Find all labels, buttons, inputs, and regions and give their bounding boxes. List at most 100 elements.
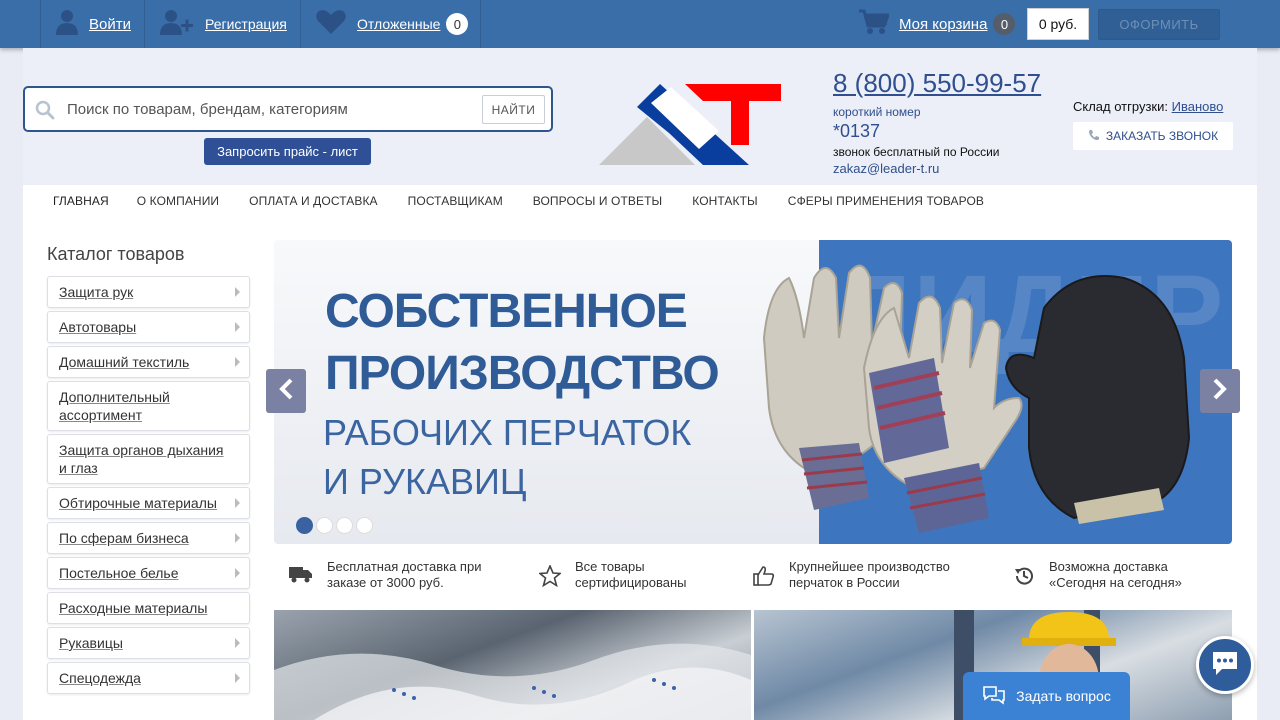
feature-text: Бесплатная доставка при заказе от 3000 р… (327, 559, 482, 590)
truck-icon (289, 559, 327, 587)
banner-headline-2: ПРОИЗВОДСТВО (325, 347, 720, 400)
catalog-item-label: Расходные материалы (59, 600, 208, 616)
banner-subheadline-1: РАБОЧИХ ПЕРЧАТОК (323, 412, 692, 453)
promo-tile-gloves[interactable] (274, 610, 751, 720)
slider-dot-3[interactable] (336, 517, 353, 534)
catalog-item-label: Обтирочные материалы (59, 495, 217, 511)
nav-item-about[interactable]: О КОМПАНИИ (122, 185, 234, 216)
catalog-item-label: Автотовары (59, 319, 137, 335)
chevron-right-icon (1212, 378, 1228, 405)
favorites-count: 0 (446, 13, 469, 35)
catalog-item-label: Дополнительный ассортимент (59, 389, 170, 423)
catalog-item-label: Защита рук (59, 284, 134, 300)
catalog-item-label: Рукавицы (59, 635, 123, 651)
heart-icon (315, 9, 347, 40)
nav-item-suppliers[interactable]: ПОСТАВЩИКАМ (393, 185, 518, 216)
register-group: Регистрация (145, 0, 301, 48)
free-call-note: звонок бесплатный по России (833, 145, 1000, 159)
short-number: *0137 (833, 121, 881, 141)
header: НАЙТИ Запросить прайс - лист 8 (800) 550… (23, 48, 1257, 216)
chevron-right-icon (235, 357, 240, 367)
catalog-item-hand-protection[interactable]: Защита рук (47, 276, 250, 308)
login-group: Войти (40, 0, 145, 48)
chevron-right-icon (235, 673, 240, 683)
callback-button[interactable]: ЗАКАЗАТЬ ЗВОНОК (1073, 122, 1233, 150)
search-box: НАЙТИ (23, 86, 553, 132)
callback-label: ЗАКАЗАТЬ ЗВОНОК (1105, 129, 1219, 143)
hero-banner[interactable]: ЛИДЕР СОБСТВЕННОЕ ПРОИЗВОДСТВО РАБОЧИХ П… (274, 240, 1232, 544)
ask-question-button[interactable]: Задать вопрос (963, 672, 1130, 720)
company-logo[interactable] (599, 83, 781, 170)
checkout-button[interactable]: ОФОРМИТЬ (1098, 9, 1220, 40)
chevron-right-icon (235, 533, 240, 543)
feature-text: Все товары сертифицированы (575, 559, 687, 590)
catalog-item-business[interactable]: По сферам бизнеса (47, 522, 250, 554)
price-request-button[interactable]: Запросить прайс - лист (204, 138, 371, 165)
history-icon (1013, 559, 1049, 591)
feature-text: Крупнейшее производство перчаток в Росси… (789, 559, 950, 590)
catalog-item-respiratory[interactable]: Защита органов дыхания и глаз (47, 434, 250, 484)
catalog-item-auto[interactable]: Автотовары (47, 311, 250, 343)
feature-certified: Все товары сертифицированы (537, 559, 729, 591)
chevron-right-icon (235, 568, 240, 578)
gloves-image (744, 248, 1224, 544)
catalog-item-wiping[interactable]: Обтирочные материалы (47, 487, 250, 519)
user-icon (55, 9, 79, 40)
catalog-item-workwear[interactable]: Спецодежда (47, 662, 250, 694)
short-number-label: короткий номер (833, 105, 921, 119)
nav-item-payment-delivery[interactable]: ОПЛАТА И ДОСТАВКА (234, 185, 393, 216)
main-nav: ГЛАВНАЯ О КОМПАНИИ ОПЛАТА И ДОСТАВКА ПОС… (40, 185, 999, 216)
catalog-item-consumables[interactable]: Расходные материалы (47, 592, 250, 624)
register-link[interactable]: Регистрация (205, 16, 287, 32)
catalog-item-label: Защита органов дыхания и глаз (59, 442, 224, 476)
chevron-left-icon (278, 378, 294, 405)
feature-free-delivery: Бесплатная доставка при заказе от 3000 р… (289, 559, 499, 591)
catalog-item-bedding[interactable]: Постельное белье (47, 557, 250, 589)
catalog-item-additional[interactable]: Дополнительный ассортимент (47, 381, 250, 431)
add-user-icon (159, 9, 195, 40)
catalog-item-home-textile[interactable]: Домашний текстиль (47, 346, 250, 378)
feature-same-day: Возможна доставка «Сегодня на сегодня» (1013, 559, 1213, 591)
phone-number[interactable]: 8 (800) 550-99-57 (833, 68, 1041, 99)
search-icon (35, 100, 55, 125)
login-link[interactable]: Войти (89, 16, 131, 33)
nav-item-applications[interactable]: СФЕРЫ ПРИМЕНЕНИЯ ТОВАРОВ (773, 185, 999, 216)
search-button[interactable]: НАЙТИ (482, 95, 545, 124)
cart-link[interactable]: Моя корзина (899, 16, 987, 33)
slider-dot-2[interactable] (316, 517, 333, 534)
slider-dots (296, 517, 376, 534)
cart-count: 0 (993, 13, 1016, 35)
feature-text: Возможна доставка «Сегодня на сегодня» (1049, 559, 1182, 590)
cart-group: Моя корзина 0 (845, 0, 1025, 48)
message-icon (1210, 649, 1240, 682)
catalog-list: Защита рук Автотовары Домашний текстиль … (47, 276, 250, 697)
slider-prev-button[interactable] (266, 369, 306, 413)
slider-next-button[interactable] (1200, 369, 1240, 413)
email-link[interactable]: zakaz@leader-t.ru (833, 161, 939, 176)
banner-subheadline-2: И РУКАВИЦ (323, 461, 527, 502)
nav-item-contacts[interactable]: КОНТАКТЫ (677, 185, 773, 216)
favorites-link[interactable]: Отложенные (357, 16, 440, 32)
catalog-item-mittens[interactable]: Рукавицы (47, 627, 250, 659)
favorites-group: Отложенные 0 (301, 0, 481, 48)
chevron-right-icon (235, 638, 240, 648)
chat-bubble-button[interactable] (1196, 636, 1254, 694)
warehouse-label: Склад отгрузки: (1073, 99, 1168, 114)
warehouse-city-link[interactable]: Иваново (1172, 99, 1224, 114)
ask-question-label: Задать вопрос (1016, 688, 1111, 704)
nav-item-faq[interactable]: ВОПРОСЫ И ОТВЕТЫ (518, 185, 677, 216)
slider-dot-4[interactable] (356, 517, 373, 534)
slider-dot-1[interactable] (296, 517, 313, 534)
banner-headline-1: СОБСТВЕННОЕ (325, 285, 688, 338)
nav-item-home[interactable]: ГЛАВНАЯ (40, 185, 122, 216)
chevron-right-icon (235, 498, 240, 508)
chat-icon (982, 685, 1016, 708)
star-icon (537, 559, 575, 591)
chevron-right-icon (235, 287, 240, 297)
catalog-item-label: По сферам бизнеса (59, 530, 189, 546)
search-input[interactable] (67, 92, 477, 126)
cart-total: 0 руб. (1027, 8, 1089, 40)
phone-icon (1088, 129, 1106, 144)
chevron-right-icon (235, 322, 240, 332)
catalog-item-label: Домашний текстиль (59, 354, 190, 370)
